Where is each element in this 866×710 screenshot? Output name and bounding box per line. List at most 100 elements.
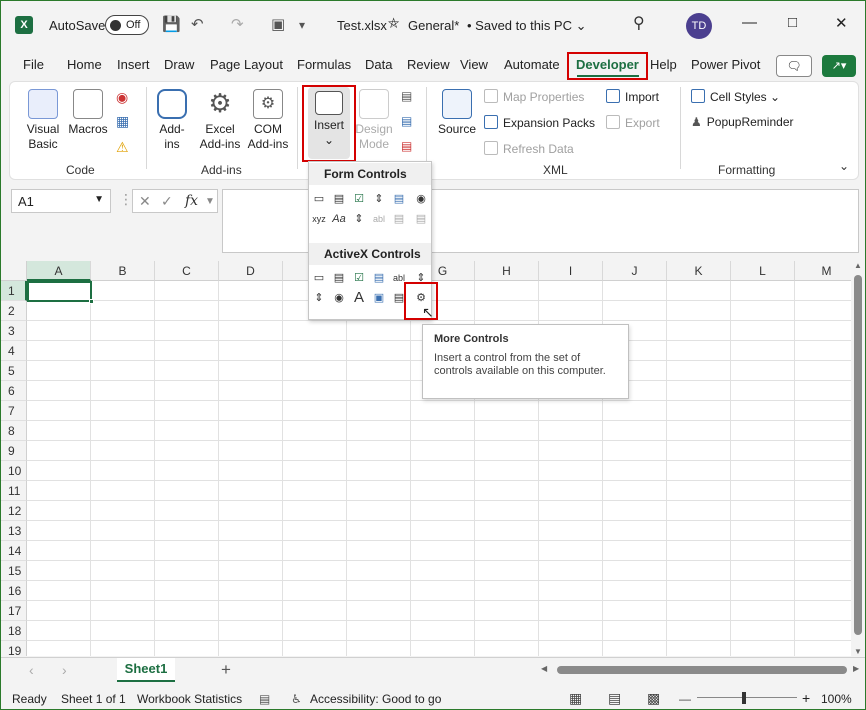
addins-button[interactable]: Add- ins <box>154 89 190 152</box>
row-header-9[interactable]: 9 <box>1 441 27 461</box>
visual-basic-button[interactable]: Visual Basic <box>21 89 65 152</box>
sensitivity-label[interactable]: General* <box>408 18 459 33</box>
vertical-scrollbar[interactable]: ▲ ▼ <box>851 261 865 656</box>
map-properties-button[interactable]: Map Properties <box>484 89 584 104</box>
activex-button-icon[interactable]: ▭ <box>311 271 327 287</box>
scroll-thumb[interactable] <box>854 275 862 635</box>
row-header-5[interactable]: 5 <box>1 361 27 381</box>
scroll-left-icon[interactable]: ◀ <box>541 664 547 673</box>
row-header-10[interactable]: 10 <box>1 461 27 481</box>
activex-spin-button-icon[interactable]: ⇕ <box>311 291 327 307</box>
autosave-toggle[interactable]: Off <box>105 15 149 35</box>
row-header-4[interactable]: 4 <box>1 341 27 361</box>
qat-customize-icon[interactable]: ▾ <box>299 18 305 32</box>
form-text-field-icon[interactable]: abl <box>371 212 387 228</box>
column-header-m[interactable]: M <box>795 261 851 281</box>
tab-data[interactable]: Data <box>365 57 392 72</box>
enter-icon[interactable]: ✓ <box>161 193 173 210</box>
form-button-icon[interactable]: ▭ <box>311 192 327 208</box>
row-header-11[interactable]: 11 <box>1 481 27 501</box>
macros-button[interactable]: Macros <box>65 89 111 137</box>
column-header-l[interactable]: L <box>731 261 795 281</box>
activex-image-icon[interactable]: ▣ <box>371 291 387 307</box>
cancel-icon[interactable]: ✕ <box>139 193 151 210</box>
form-spin-button-icon[interactable]: ⇕ <box>371 192 387 208</box>
export-button[interactable]: Export <box>606 115 660 130</box>
activex-label-icon[interactable]: A <box>351 290 367 307</box>
form-checkbox-icon[interactable]: ☑ <box>351 192 367 208</box>
column-header-j[interactable]: J <box>603 261 667 281</box>
save-status[interactable]: • Saved to this PC ⌄ <box>467 18 587 34</box>
row-header-17[interactable]: 17 <box>1 601 27 621</box>
activex-checkbox-icon[interactable]: ☑ <box>351 271 367 287</box>
row-header-19[interactable]: 19 <box>1 641 27 656</box>
prev-sheet-icon[interactable]: ‹ <box>29 662 34 678</box>
form-combo-list-icon[interactable]: ▤ <box>391 212 407 228</box>
row-header-13[interactable]: 13 <box>1 521 27 541</box>
add-sheet-button[interactable]: + <box>221 660 231 680</box>
column-header-b[interactable]: B <box>91 261 155 281</box>
form-list-box-icon[interactable]: ▤ <box>391 192 407 208</box>
row-header-6[interactable]: 6 <box>1 381 27 401</box>
redo-icon[interactable]: ↷ <box>231 15 244 33</box>
tab-review[interactable]: Review <box>407 57 450 72</box>
refresh-data-button[interactable]: Refresh Data <box>484 141 574 156</box>
relative-references-icon[interactable]: ▦ <box>116 113 129 130</box>
search-icon[interactable]: ⚲ <box>633 13 645 33</box>
properties-icon[interactable]: ▤ <box>401 89 412 103</box>
name-box[interactable]: A1 ▼ <box>11 189 111 213</box>
tab-insert[interactable]: Insert <box>117 57 150 72</box>
zoom-slider-thumb[interactable] <box>742 692 746 704</box>
scroll-right-icon[interactable]: ▶ <box>853 664 859 673</box>
fill-handle[interactable] <box>89 299 94 304</box>
collapse-ribbon-icon[interactable]: ⌄ <box>839 159 849 173</box>
row-header-15[interactable]: 15 <box>1 561 27 581</box>
row-header-14[interactable]: 14 <box>1 541 27 561</box>
tab-file[interactable]: File <box>23 57 44 72</box>
source-button[interactable]: Source <box>435 89 479 137</box>
select-all-corner[interactable] <box>1 261 27 281</box>
avatar[interactable]: TD <box>686 13 712 39</box>
row-header-2[interactable]: 2 <box>1 301 27 321</box>
normal-view-icon[interactable]: ▦ <box>569 690 582 707</box>
comments-button[interactable]: 🗨 <box>776 55 812 77</box>
import-button[interactable]: Import <box>606 89 659 104</box>
insert-function-icon[interactable]: fx <box>185 193 198 209</box>
expansion-packs-button[interactable]: Expansion Packs <box>484 115 595 130</box>
form-group-box-icon[interactable]: xyz <box>311 212 327 228</box>
chevron-down-icon[interactable]: ▼ <box>94 194 104 205</box>
design-mode-button[interactable]: Design Mode <box>353 89 395 152</box>
row-header-12[interactable]: 12 <box>1 501 27 521</box>
maximize-icon[interactable]: □ <box>788 14 797 31</box>
zoom-in-icon[interactable]: + <box>802 690 810 706</box>
column-header-i[interactable]: I <box>539 261 603 281</box>
row-header-1[interactable]: 1 <box>1 281 27 301</box>
activex-option-button-icon[interactable]: ◉ <box>331 291 347 307</box>
form-scroll-bar-icon[interactable]: ⇕ <box>351 212 367 228</box>
tab-help[interactable]: Help <box>650 57 677 72</box>
form-combo-box-icon[interactable]: ▤ <box>331 192 347 208</box>
camera-icon[interactable]: ▣ <box>271 15 285 33</box>
com-addins-button[interactable]: ⚙ COM Add-ins <box>245 89 291 152</box>
tab-view[interactable]: View <box>460 57 488 72</box>
scroll-down-icon[interactable]: ▼ <box>854 647 862 656</box>
share-button[interactable]: ↗▾ <box>822 55 856 77</box>
zoom-out-icon[interactable]: — <box>679 692 691 706</box>
run-dialog-icon[interactable]: ▤ <box>401 139 412 153</box>
view-code-icon[interactable]: ▤ <box>401 114 412 128</box>
row-header-16[interactable]: 16 <box>1 581 27 601</box>
form-option-button-icon[interactable]: ◉ <box>413 192 429 208</box>
row-header-8[interactable]: 8 <box>1 421 27 441</box>
tab-automate[interactable]: Automate <box>504 57 560 72</box>
save-icon[interactable]: 💾 <box>162 15 181 33</box>
chevron-down-icon[interactable]: ▼ <box>205 196 215 207</box>
next-sheet-icon[interactable]: › <box>62 662 67 678</box>
macro-security-icon[interactable]: ⚠ <box>116 139 129 156</box>
row-header-7[interactable]: 7 <box>1 401 27 421</box>
tab-home[interactable]: Home <box>67 57 102 72</box>
workbook-statistics[interactable]: Workbook Statistics <box>137 692 242 706</box>
tab-page-layout[interactable]: Page Layout <box>210 57 283 72</box>
activex-list-box-icon[interactable]: ▤ <box>371 271 387 287</box>
horizontal-scrollbar-thumb[interactable] <box>557 666 847 674</box>
accessibility-status[interactable]: Accessibility: Good to go <box>310 692 441 706</box>
